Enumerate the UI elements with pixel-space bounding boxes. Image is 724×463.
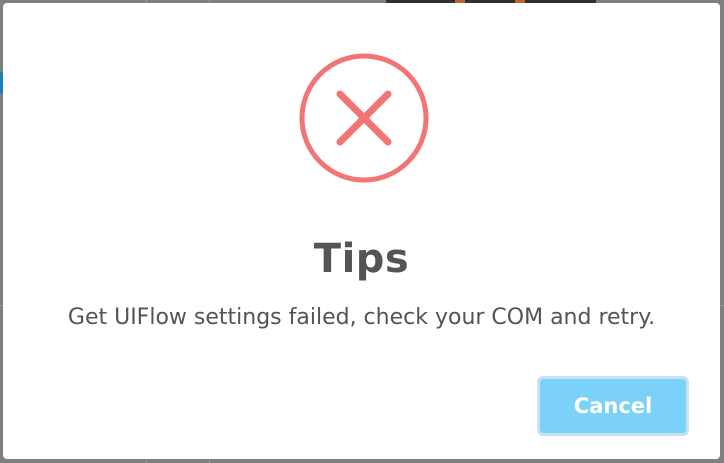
error-x-icon (299, 53, 429, 183)
cancel-button[interactable]: Cancel (537, 376, 689, 436)
tips-dialog: Tips Get UIFlow settings failed, check y… (3, 3, 720, 459)
dialog-message: Get UIFlow settings failed, check your C… (67, 305, 656, 330)
dialog-title: Tips (313, 236, 410, 282)
